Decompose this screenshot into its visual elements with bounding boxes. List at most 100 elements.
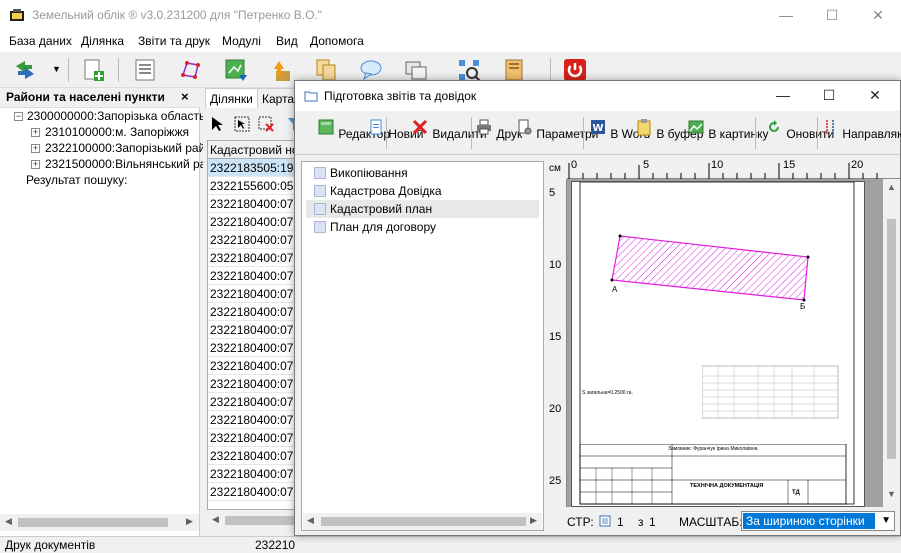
menu-help[interactable]: Допомога — [310, 34, 364, 48]
close-button[interactable]: ✕ — [855, 0, 901, 32]
table-row[interactable]: 2322155600:05:0 — [208, 177, 302, 195]
table-row[interactable]: 2322180400:07:0 — [208, 375, 302, 393]
table-row[interactable]: 2322183505:19:0 — [208, 159, 302, 177]
tab-parcels[interactable]: Ділянки — [205, 88, 258, 108]
tree-expand-icon[interactable]: + — [31, 128, 40, 137]
dialog-toolbar: Редактор Новий Видалити Друк Параметри W… — [295, 111, 901, 155]
list-item[interactable]: Викопіювання — [306, 164, 539, 182]
scroll-thumb[interactable] — [887, 219, 896, 459]
print-preview[interactable]: 0 5 10 15 20 см 5 10 15 20 25 А Б S зага… — [547, 159, 900, 507]
scroll-up-icon[interactable]: ▲ — [887, 182, 896, 192]
select-cursor-icon[interactable] — [209, 115, 227, 133]
list-item[interactable]: План для договору — [306, 218, 539, 236]
menu-reports[interactable]: Звіти та друк — [138, 34, 210, 48]
table-row[interactable]: 2322180400:07:0 — [208, 321, 302, 339]
dialog-close-button[interactable]: ✕ — [852, 81, 898, 111]
doc-title-text: ТЕХНІЧНА ДОКУМЕНТАЦІЯ — [690, 483, 764, 489]
new-document-icon[interactable] — [80, 57, 106, 83]
table-row[interactable]: 2322180400:07:0 — [208, 249, 302, 267]
scroll-right-icon[interactable]: ▶ — [530, 515, 537, 526]
tree-expand-icon[interactable]: + — [31, 144, 40, 153]
chevron-down-icon[interactable]: ▼ — [881, 515, 891, 526]
menu-view[interactable]: Вид — [276, 34, 298, 48]
scale-select[interactable]: За шириною сторінки ▼ — [741, 511, 895, 531]
menu-parcel[interactable]: Ділянка — [81, 34, 124, 48]
ruler-horizontal: 0 5 10 15 20 — [547, 159, 900, 179]
picture-button[interactable]: В картинку — [687, 114, 769, 154]
print-button[interactable]: Друк — [475, 114, 522, 154]
document-list: Викопіювання Кадастрова Довідка Кадастро… — [301, 161, 544, 531]
new-button[interactable]: Новий — [367, 114, 423, 154]
scroll-thumb[interactable] — [225, 516, 295, 525]
districts-panel-title: Райони та населені пункти — [6, 90, 165, 104]
districts-panel: Райони та населені пункти × − 2300000000… — [0, 88, 213, 536]
tab-map[interactable]: Карта — [257, 88, 300, 108]
parcels-hscrollbar[interactable]: ◀ — [207, 512, 303, 529]
preview-vscrollbar[interactable]: ▲ ▼ — [883, 179, 900, 507]
guides-button[interactable]: Направляючі — [821, 114, 901, 154]
area-text: S загальна=0.2500 га. — [582, 390, 633, 396]
scroll-thumb[interactable] — [321, 517, 526, 526]
table-row[interactable]: 2322180400:07:0 — [208, 231, 302, 249]
new-doc-icon — [370, 119, 382, 135]
scroll-right-icon[interactable]: ▶ — [186, 516, 193, 527]
list-item[interactable]: Кадастрова Довідка — [306, 182, 539, 200]
tree-expand-icon[interactable]: + — [31, 160, 40, 169]
buffer-button[interactable]: В буфер — [635, 114, 703, 154]
tree-item-label: 2300000000:Запорізька область — [27, 109, 206, 123]
minimize-button[interactable]: — — [763, 0, 809, 32]
word-button[interactable]: W В Word — [589, 114, 650, 154]
table-row[interactable]: 2322180400:07:0 — [208, 213, 302, 231]
dropdown-arrow-icon[interactable]: ▼ — [52, 64, 61, 74]
page-label: СТР: — [567, 515, 594, 529]
maximize-button[interactable]: ☐ — [809, 0, 855, 32]
deselect-icon[interactable] — [257, 115, 275, 133]
table-row[interactable]: 2322180400:07:0 — [208, 357, 302, 375]
column-header-cadastral[interactable]: Кадастровий ном — [208, 141, 302, 159]
districts-hscrollbar[interactable]: ◀ ▶ — [0, 514, 199, 531]
list-item-selected[interactable]: Кадастровий план — [306, 200, 539, 218]
menu-modules[interactable]: Модулі — [222, 34, 261, 48]
doc-list-hscrollbar[interactable]: ◀ ▶ — [303, 513, 542, 530]
ruler-label: 20 — [549, 403, 562, 415]
table-row[interactable]: 2322180400:07:0 — [208, 465, 302, 483]
table-row[interactable]: 2322180400:07:0 — [208, 339, 302, 357]
select-all-icon[interactable] — [233, 115, 251, 133]
scale-value: За шириною сторінки — [743, 513, 875, 529]
print-settings-icon — [518, 119, 532, 135]
sync-icon[interactable] — [12, 57, 38, 83]
status-text: Друк документів — [5, 538, 96, 552]
scroll-down-icon[interactable]: ▼ — [887, 489, 896, 499]
table-row[interactable]: 2322180400:07:0 — [208, 483, 302, 501]
tree-collapse-icon[interactable]: − — [14, 112, 23, 121]
table-row[interactable]: 2322180400:07:0 — [208, 447, 302, 465]
dialog-minimize-button[interactable]: — — [760, 81, 806, 111]
form-icon[interactable] — [132, 57, 158, 83]
menu-database[interactable]: База даних — [9, 34, 72, 48]
polygon-icon[interactable] — [178, 57, 204, 83]
table-row[interactable]: 2322180400:07:0 — [208, 393, 302, 411]
ruler-label: 10 — [711, 159, 724, 171]
table-row[interactable]: 2322180400:07:0 — [208, 411, 302, 429]
map-export-icon[interactable] — [223, 57, 249, 83]
table-row[interactable]: 2322180400:07:0 — [208, 429, 302, 447]
upload-icon[interactable] — [268, 57, 294, 83]
refresh-button[interactable]: Оновити — [765, 114, 834, 154]
list-item-label: План для договору — [330, 220, 437, 234]
panel-close-icon[interactable]: × — [181, 89, 189, 104]
guides-icon — [826, 120, 834, 134]
table-row[interactable]: 2322180400:07:0 — [208, 285, 302, 303]
delete-button[interactable]: Видалити — [411, 114, 487, 154]
dialog-maximize-button[interactable]: ☐ — [806, 81, 852, 111]
params-button[interactable]: Параметри — [515, 114, 598, 154]
scroll-left-icon[interactable]: ◀ — [212, 514, 219, 525]
editor-icon — [318, 119, 334, 135]
table-row[interactable]: 2322180400:07:0 — [208, 303, 302, 321]
scroll-thumb[interactable] — [18, 518, 168, 527]
dialog-title: Підготовка звітів та довідок — [324, 89, 477, 103]
table-row[interactable]: 2322180400:07:0 — [208, 267, 302, 285]
scroll-left-icon[interactable]: ◀ — [5, 516, 12, 527]
ruler-label: 5 — [643, 159, 650, 171]
scroll-left-icon[interactable]: ◀ — [307, 515, 314, 526]
table-row[interactable]: 2322180400:07:0 — [208, 195, 302, 213]
